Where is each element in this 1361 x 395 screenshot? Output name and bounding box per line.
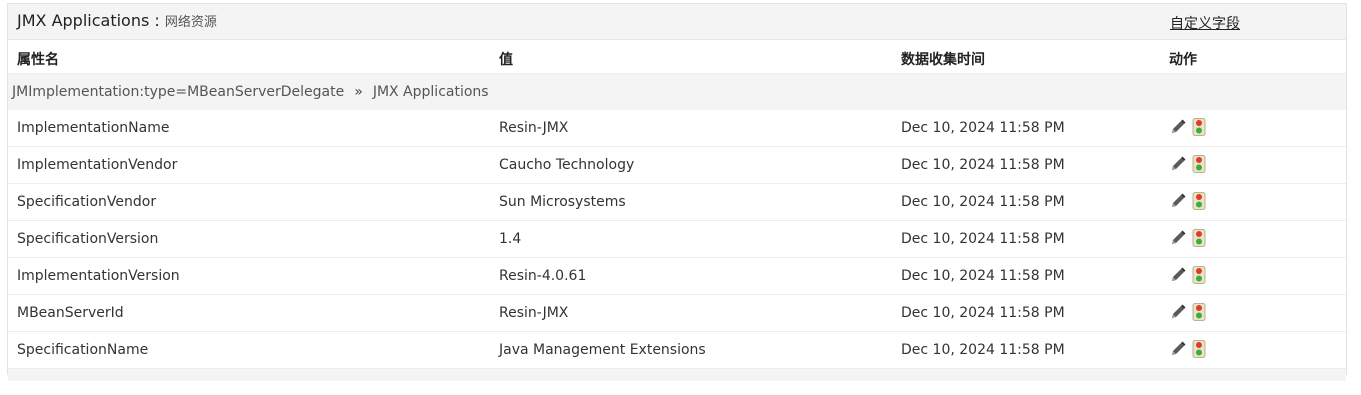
traffic-light-icon[interactable] [1191, 155, 1209, 173]
table-row: ImplementationVendor Caucho Technology D… [8, 147, 1346, 184]
table-row: MBeanServerId Resin-JMX Dec 10, 2024 11:… [8, 295, 1346, 332]
row-actions [1169, 266, 1209, 284]
table-row: SpecificationName Java Management Extens… [8, 332, 1346, 369]
application-name: JMX Applications [372, 84, 489, 100]
collection-time: Dec 10, 2024 11:58 PM [901, 342, 1065, 358]
column-header-value: 值 [499, 52, 513, 68]
attribute-name: MBeanServerId [17, 305, 124, 321]
table-body: ImplementationName Resin-JMX Dec 10, 202… [8, 110, 1346, 369]
attribute-name: SpecificationName [17, 342, 149, 358]
attribute-value: Sun Microsystems [499, 194, 626, 210]
attribute-value: Caucho Technology [499, 157, 635, 173]
mbean-name: JMImplementation:type=MBeanServerDelegat… [12, 84, 345, 100]
table-row: SpecificationVersion 1.4 Dec 10, 2024 11… [8, 221, 1346, 258]
pencil-icon[interactable] [1169, 266, 1187, 284]
attribute-value: 1.4 [499, 231, 522, 247]
collection-time: Dec 10, 2024 11:58 PM [901, 268, 1065, 284]
row-actions [1169, 192, 1209, 210]
column-header-name: 属性名 [17, 52, 59, 68]
attribute-name: ImplementationVersion [17, 268, 180, 284]
column-header-time: 数据收集时间 [901, 52, 985, 68]
pencil-icon[interactable] [1169, 340, 1187, 358]
table-footer [8, 369, 1346, 381]
table-row: ImplementationName Resin-JMX Dec 10, 202… [8, 110, 1346, 147]
table-header: 属性名 值 数据收集时间 动作 [8, 40, 1346, 73]
pencil-icon[interactable] [1169, 155, 1187, 173]
panel-header: JMX Applications : 网络资源 自定义字段 [8, 4, 1346, 40]
pencil-icon[interactable] [1169, 118, 1187, 136]
table-row: SpecificationVendor Sun Microsystems Dec… [8, 184, 1346, 221]
column-header-action: 动作 [1169, 52, 1197, 68]
title-subtitle: 网络资源 [164, 15, 217, 30]
custom-field-link[interactable]: 自定义字段 [1170, 13, 1240, 33]
traffic-light-icon[interactable] [1191, 229, 1209, 247]
attribute-value: Java Management Extensions [499, 342, 706, 358]
attribute-value: Resin-JMX [499, 305, 569, 321]
attribute-name: ImplementationVendor [17, 157, 178, 173]
collection-time: Dec 10, 2024 11:58 PM [901, 231, 1065, 247]
attribute-name: ImplementationName [17, 120, 170, 136]
row-actions [1169, 229, 1209, 247]
jmx-attributes-panel: JMX Applications : 网络资源 自定义字段 属性名 值 数据收集… [7, 3, 1347, 381]
row-actions [1169, 303, 1209, 321]
collection-time: Dec 10, 2024 11:58 PM [901, 194, 1065, 210]
mbean-group-row: JMImplementation:type=MBeanServerDelegat… [8, 73, 1346, 110]
pencil-icon[interactable] [1169, 229, 1187, 247]
breadcrumb-separator: » [354, 84, 363, 100]
collection-time: Dec 10, 2024 11:58 PM [901, 305, 1065, 321]
pencil-icon[interactable] [1169, 303, 1187, 321]
attribute-value: Resin-4.0.61 [499, 268, 587, 284]
row-actions [1169, 340, 1209, 358]
breadcrumb: JMImplementation:type=MBeanServerDelegat… [12, 84, 489, 100]
traffic-light-icon[interactable] [1191, 266, 1209, 284]
traffic-light-icon[interactable] [1191, 303, 1209, 321]
title-text: JMX Applications [17, 11, 150, 30]
attribute-value: Resin-JMX [499, 120, 569, 136]
traffic-light-icon[interactable] [1191, 192, 1209, 210]
pencil-icon[interactable] [1169, 192, 1187, 210]
title-separator: : [149, 11, 165, 30]
collection-time: Dec 10, 2024 11:58 PM [901, 157, 1065, 173]
collection-time: Dec 10, 2024 11:58 PM [901, 120, 1065, 136]
traffic-light-icon[interactable] [1191, 118, 1209, 136]
row-actions [1169, 155, 1209, 173]
table-row: ImplementationVersion Resin-4.0.61 Dec 1… [8, 258, 1346, 295]
attribute-name: SpecificationVendor [17, 194, 157, 210]
attribute-name: SpecificationVersion [17, 231, 159, 247]
row-actions [1169, 118, 1209, 136]
traffic-light-icon[interactable] [1191, 340, 1209, 358]
page-title: JMX Applications : 网络资源 [17, 11, 217, 30]
